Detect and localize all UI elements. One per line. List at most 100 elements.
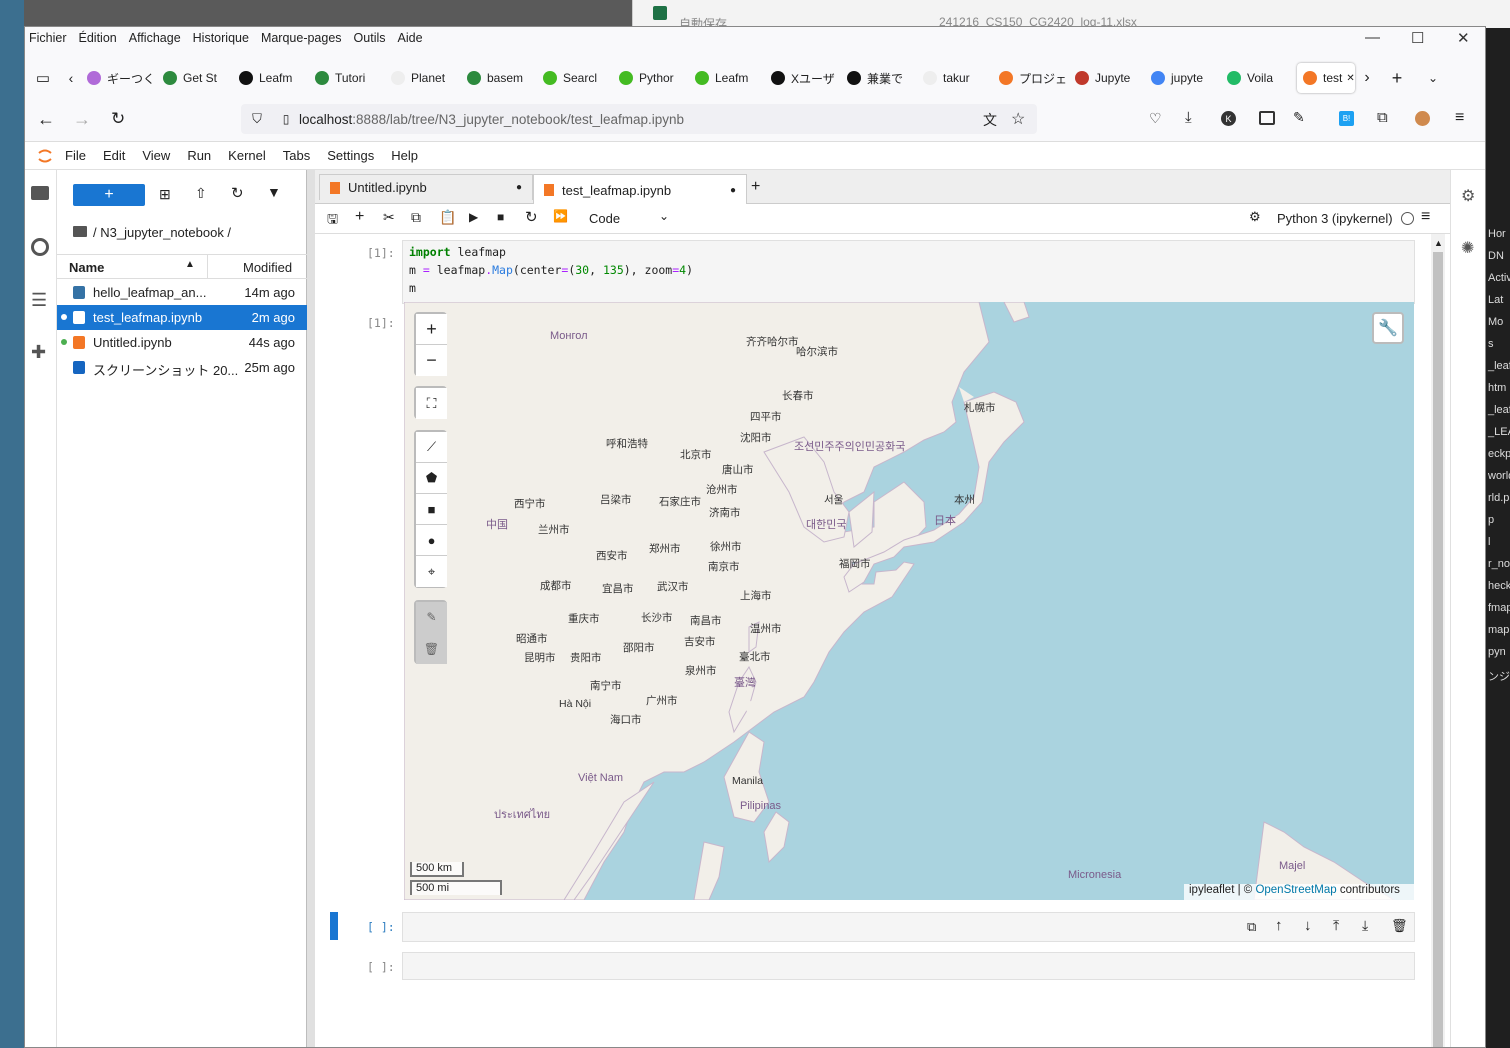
chevron-down-icon[interactable]: ⌄: [659, 209, 669, 223]
wrench-icon[interactable]: 🔧: [1372, 312, 1404, 344]
edit-layers-icon[interactable]: ✎: [416, 602, 447, 633]
zoom-out-button[interactable]: −: [416, 345, 447, 376]
insert-cell-icon[interactable]: +: [355, 208, 364, 226]
folder-icon[interactable]: [31, 186, 49, 200]
doc-tab-test-leafmap[interactable]: test_leafmap.ipynb ●: [533, 174, 747, 205]
browser-tab[interactable]: Jupyte: [1069, 63, 1145, 93]
browser-menu-item[interactable]: Outils: [354, 31, 386, 45]
breadcrumb-folder-icon[interactable]: [73, 226, 87, 237]
sidebar-extension-icon[interactable]: [1259, 111, 1275, 125]
browser-tab[interactable]: Get St: [157, 63, 233, 93]
breadcrumb[interactable]: / N3_jupyter_notebook /: [93, 225, 231, 240]
bug-icon[interactable]: ⚙: [1249, 209, 1261, 225]
restart-icon[interactable]: ↻: [525, 208, 538, 226]
new-folder-icon[interactable]: ⊞: [159, 186, 171, 203]
tab-list-icon[interactable]: ⌄: [1415, 71, 1451, 85]
hatena-extension-icon[interactable]: B!: [1339, 111, 1354, 126]
jupyter-menu-item[interactable]: View: [142, 148, 170, 163]
browser-tab[interactable]: jupyte: [1145, 63, 1221, 93]
pen-extension-icon[interactable]: ✎: [1293, 109, 1305, 126]
close-icon[interactable]: ✕: [1457, 29, 1470, 47]
minimize-icon[interactable]: —: [1365, 29, 1380, 46]
scroll-up-icon[interactable]: ▲: [1434, 238, 1443, 248]
leaflet-map[interactable]: Монгол 齐齐哈尔市 哈尔滨市 长春市 四平市 沈阳市 札幌市 呼和浩特 北京市 唐山市 조선민…: [404, 302, 1414, 900]
code-cell-input[interactable]: ⧉ ↑ ↓ ⤒ ⤓ 🗑: [402, 912, 1415, 942]
jupyter-menu-item[interactable]: Help: [391, 148, 418, 163]
cell-type-select[interactable]: Code: [589, 211, 620, 226]
copy-icon[interactable]: ⧉: [411, 209, 421, 226]
openstreetmap-link[interactable]: OpenStreetMap: [1255, 884, 1336, 896]
shield-icon[interactable]: ⛉: [241, 111, 273, 127]
reload-icon[interactable]: ↻: [111, 109, 125, 129]
browser-tab[interactable]: プロジェ: [993, 63, 1069, 93]
jupyter-menu-item[interactable]: File: [65, 148, 86, 163]
unsaved-dot-icon[interactable]: ●: [516, 182, 522, 193]
insert-above-icon[interactable]: ⤒: [1333, 917, 1339, 934]
extension-puzzle-icon[interactable]: ✚: [31, 342, 46, 363]
cut-icon[interactable]: ✂: [383, 209, 395, 226]
move-down-icon[interactable]: ↓: [1304, 917, 1312, 934]
bookmark-star-icon[interactable]: ☆: [1011, 109, 1025, 129]
jupyter-menu-item[interactable]: Tabs: [283, 148, 310, 163]
browser-tab[interactable]: Voila: [1221, 63, 1297, 93]
browser-tab[interactable]: Searcl: [537, 63, 613, 93]
translate-icon[interactable]: 文: [983, 110, 997, 130]
upload-icon[interactable]: ⇧: [195, 185, 207, 202]
filter-icon[interactable]: ▼: [267, 184, 281, 200]
forward-icon[interactable]: →: [73, 109, 91, 130]
code-cell-input[interactable]: [402, 952, 1415, 980]
address-bar[interactable]: ⛉ ▯ localhost:8888/lab/tree/N3_jupyter_n…: [241, 104, 1037, 134]
modified-column-header[interactable]: Modified: [243, 260, 292, 275]
browser-tab[interactable]: test ✕: [1297, 63, 1355, 93]
more-menu-icon[interactable]: ≡: [1421, 208, 1430, 226]
browser-tab[interactable]: Pythor: [613, 63, 689, 93]
pocket-icon[interactable]: ♡: [1149, 110, 1162, 127]
app-menu-icon[interactable]: ≡: [1455, 109, 1464, 127]
delete-cell-icon[interactable]: 🗑: [1391, 918, 1408, 934]
new-tab-icon[interactable]: +: [1379, 68, 1415, 89]
browser-tab[interactable]: 兼業で: [841, 63, 917, 93]
name-column-header[interactable]: Name: [69, 260, 104, 275]
browser-menu-item[interactable]: Édition: [79, 31, 117, 45]
browser-tab[interactable]: Leafm: [689, 63, 765, 93]
file-row[interactable]: test_leafmap.ipynb 2m ago: [57, 305, 307, 330]
browser-tab[interactable]: Planet: [385, 63, 461, 93]
notebook-scrollbar[interactable]: ▲: [1431, 234, 1445, 1047]
download-icon[interactable]: ⤓: [1185, 109, 1192, 126]
scrollbar-thumb[interactable]: [1433, 252, 1443, 1047]
jupyter-menu-item[interactable]: Kernel: [228, 148, 266, 163]
browser-tab[interactable]: takur: [917, 63, 993, 93]
browser-menu-item[interactable]: Marque-pages: [261, 31, 342, 45]
paste-icon[interactable]: 📋: [439, 209, 456, 226]
new-launcher-button[interactable]: +: [73, 184, 145, 206]
maximize-icon[interactable]: ☐: [1411, 29, 1424, 47]
toc-icon[interactable]: ☰: [31, 290, 47, 311]
polyline-icon[interactable]: ⟋: [416, 432, 447, 463]
property-inspector-icon[interactable]: ⚙: [1461, 186, 1475, 206]
k-extension-icon[interactable]: K: [1221, 111, 1236, 126]
browser-menu-item[interactable]: Aide: [398, 31, 423, 45]
file-row[interactable]: Untitled.ipynb 44s ago: [57, 330, 307, 355]
browser-tab[interactable]: basem: [461, 63, 537, 93]
delete-layers-icon[interactable]: 🗑: [416, 633, 447, 664]
scroll-left-icon[interactable]: ‹: [61, 70, 81, 86]
move-up-icon[interactable]: ↑: [1275, 917, 1283, 934]
run-icon[interactable]: ▶: [469, 210, 478, 224]
duplicate-cell-icon[interactable]: ⧉: [1247, 919, 1256, 935]
browser-menu-item[interactable]: Fichier: [29, 31, 67, 45]
save-icon[interactable]: 🖫: [327, 210, 338, 232]
stop-icon[interactable]: ■: [497, 210, 504, 224]
code-cell-input[interactable]: import leafmap m = leafmap.Map(center=(3…: [402, 240, 1415, 304]
restart-run-all-icon[interactable]: ⏩: [553, 209, 568, 223]
polygon-icon[interactable]: ⬟: [416, 463, 447, 494]
close-tab-icon[interactable]: ✕: [1346, 73, 1354, 84]
jupyter-menu-item[interactable]: Settings: [327, 148, 374, 163]
doc-tab-untitled[interactable]: Untitled.ipynb ●: [319, 174, 533, 200]
browser-tab[interactable]: Xユーザ: [765, 63, 841, 93]
zoom-in-button[interactable]: +: [416, 314, 447, 345]
circle-icon[interactable]: ●: [416, 525, 447, 556]
refresh-icon[interactable]: ↻: [231, 184, 244, 202]
extensions-icon[interactable]: ⧉: [1377, 109, 1388, 126]
browser-menu-item[interactable]: Affichage: [129, 31, 181, 45]
sort-ascending-icon[interactable]: ▲: [185, 259, 195, 270]
